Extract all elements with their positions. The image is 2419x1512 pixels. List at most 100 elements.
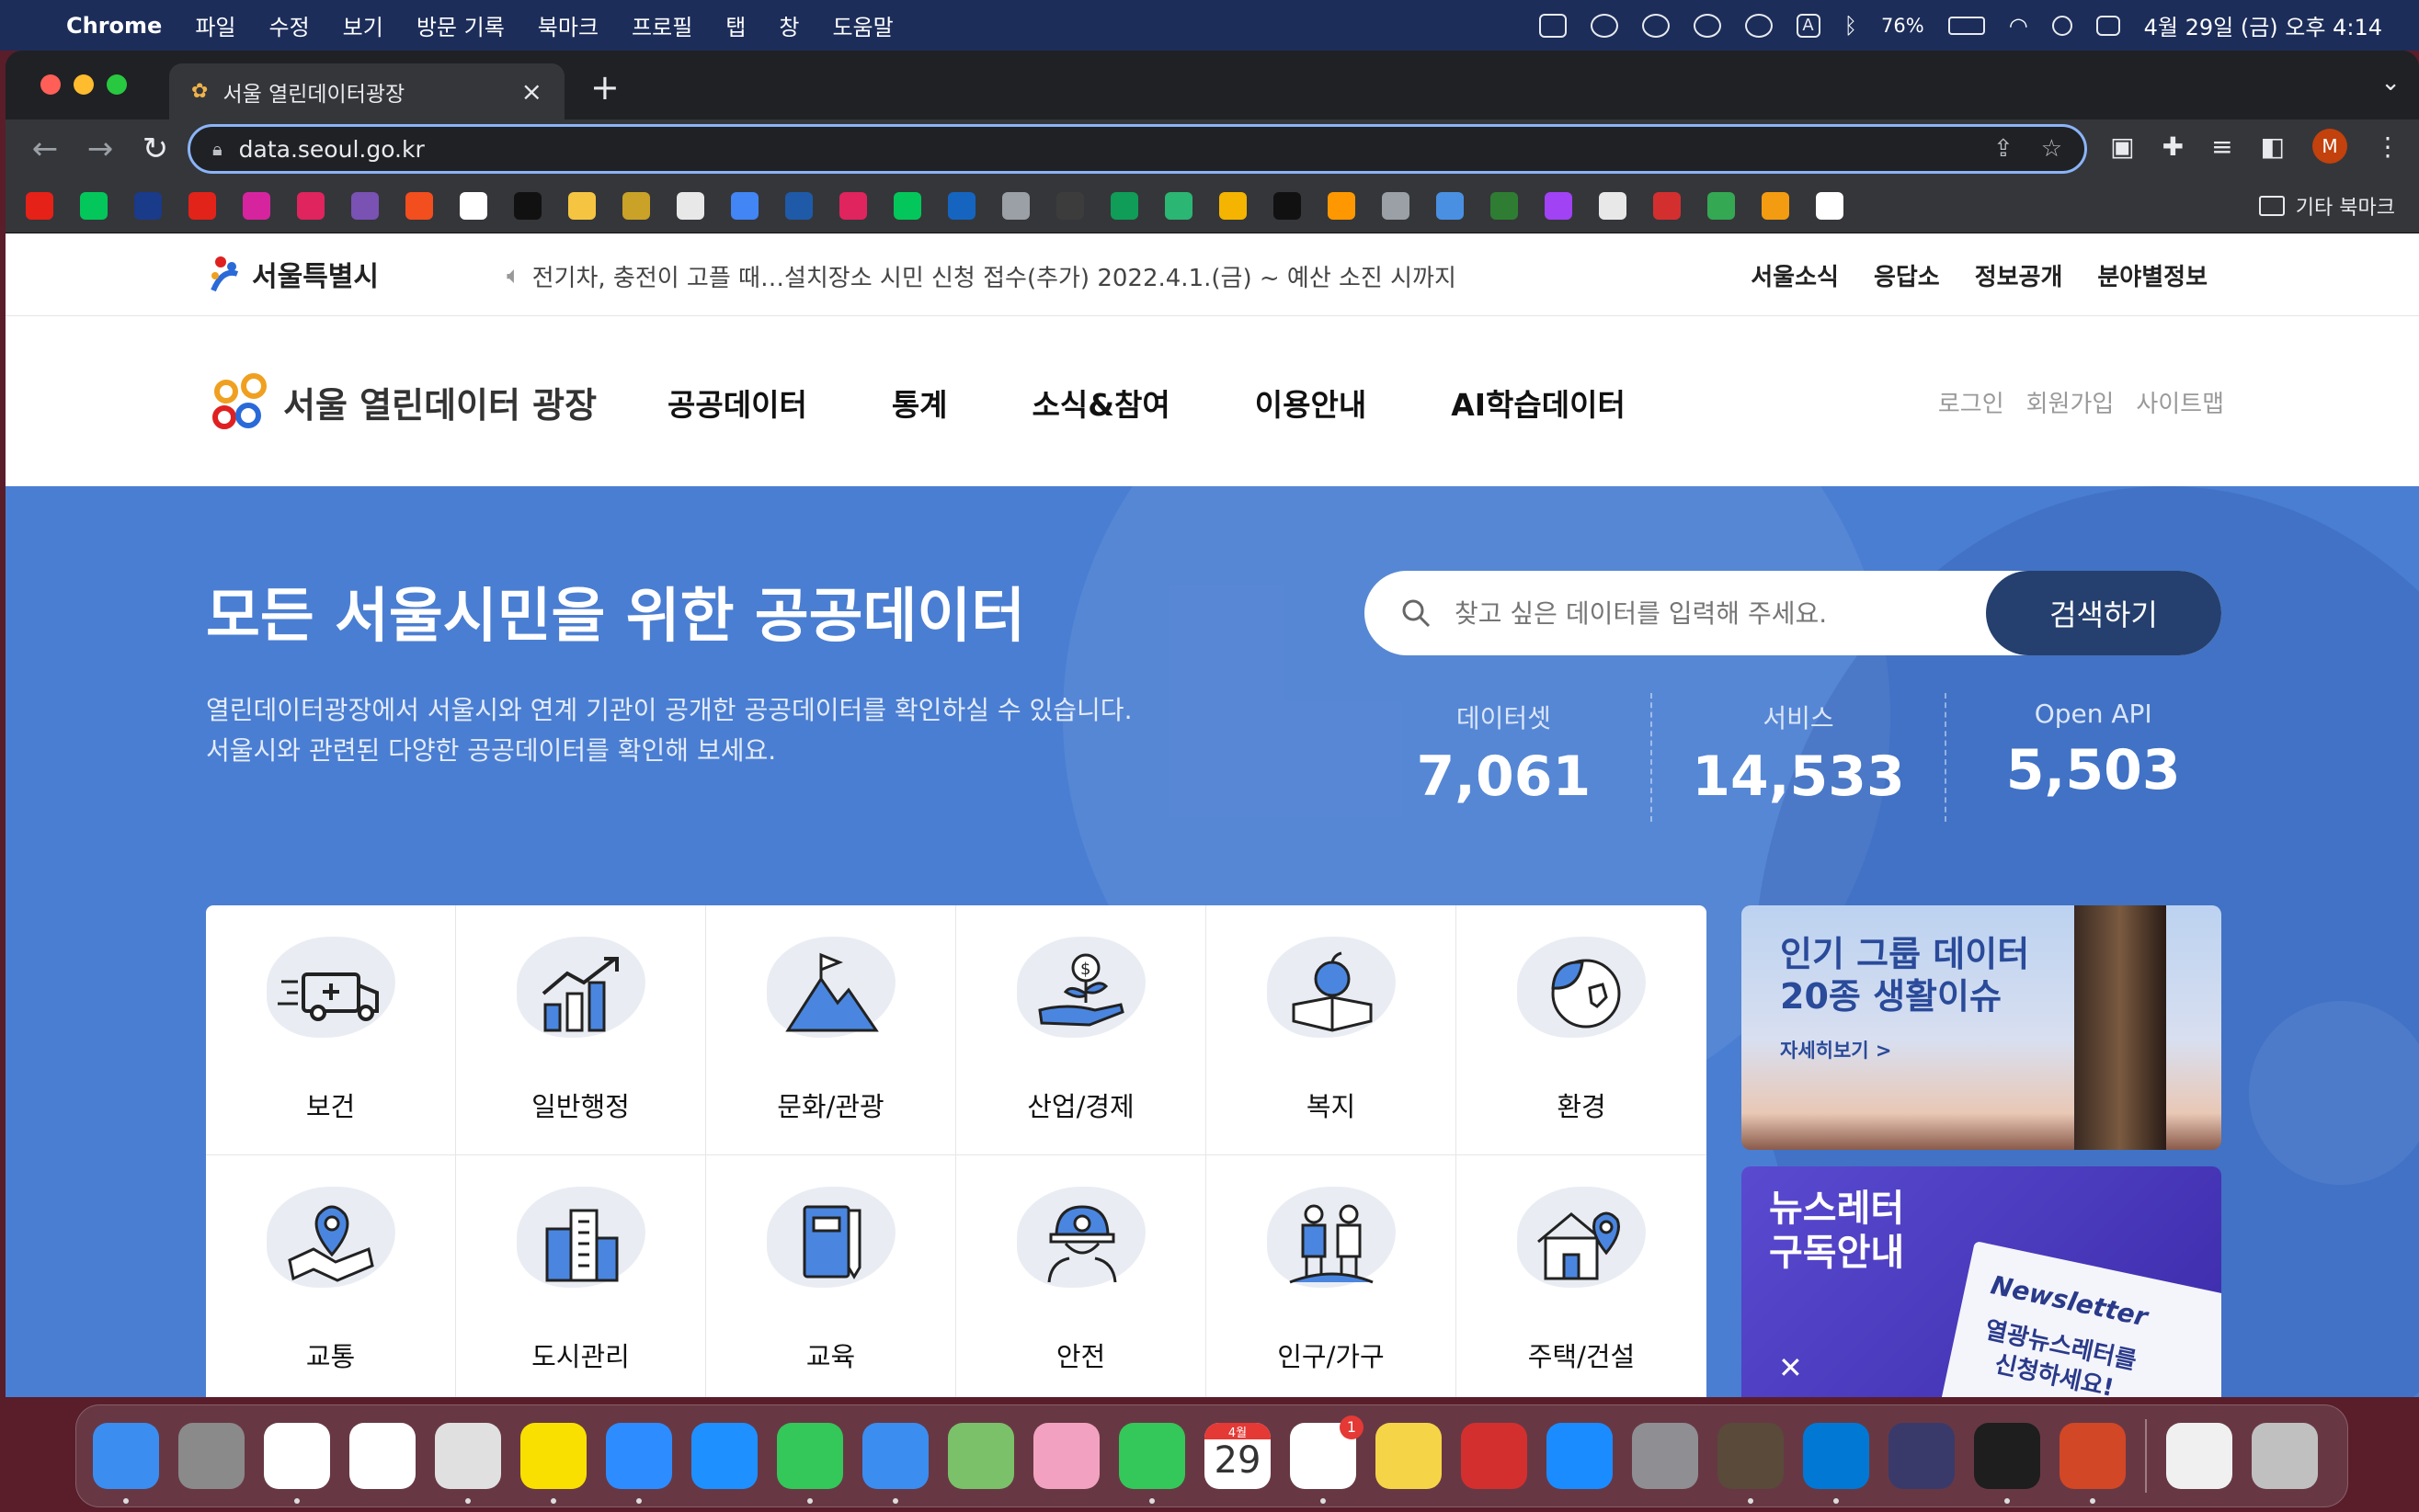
bookmark-favicon-icon[interactable] [568,191,596,220]
share-icon[interactable]: ⇪ [1993,135,2014,163]
bookmark-favicon-icon[interactable] [351,191,379,220]
window-minimize-button[interactable] [74,74,94,95]
nav-statistics[interactable]: 통계 [892,381,948,425]
bookmark-favicon-icon[interactable] [1599,191,1626,220]
vscode-icon[interactable] [1803,1423,1869,1504]
notice-ticker[interactable]: 🔈︎ 전기차, 충전이 고플 때…설치장소 시민 신청 접수(추가) 2022.… [507,259,1456,293]
bookmark-favicon-icon[interactable] [243,191,270,220]
bookmark-favicon-icon[interactable] [405,191,433,220]
play-status-icon[interactable] [1693,13,1721,38]
bookmark-favicon-icon[interactable] [1273,191,1301,220]
category-card[interactable]: 교육 [706,1155,956,1397]
system-preferences-icon[interactable] [1632,1423,1698,1489]
bookmark-star-icon[interactable]: ☆ [2041,135,2062,163]
menu-file[interactable]: 파일 [195,9,235,41]
category-card[interactable]: 안전 [956,1155,1206,1397]
login-link[interactable]: 로그인 [1938,385,2004,419]
powerpoint-icon[interactable] [2060,1423,2126,1504]
menu-history[interactable]: 방문 기록 [416,9,505,41]
messages-icon[interactable] [777,1423,843,1504]
window-zoom-button[interactable] [107,74,127,95]
eclipse-icon[interactable] [1888,1423,1955,1489]
bookmark-favicon-icon[interactable] [839,191,867,220]
kakaotalk-icon[interactable] [520,1423,587,1504]
forward-button[interactable]: → [85,131,116,167]
bookmark-favicon-icon[interactable] [1707,191,1735,220]
cleaner-icon[interactable] [1717,1423,1784,1504]
safari-icon[interactable] [691,1423,758,1489]
new-tab-button[interactable]: + [590,67,620,108]
signup-link[interactable]: 회원가입 [2026,385,2115,419]
bookmark-favicon-icon[interactable] [622,191,650,220]
menu-help[interactable]: 도움말 [832,9,893,41]
tab-close-icon[interactable]: × [521,76,542,107]
video-status-icon[interactable] [1538,13,1567,38]
stat-open-api[interactable]: Open API 5,503 [1945,693,2240,822]
nav-public-data[interactable]: 공공데이터 [668,381,807,425]
notes-icon[interactable] [1375,1423,1442,1489]
bookmark-favicon-icon[interactable] [1490,191,1518,220]
bookmark-favicon-icon[interactable] [948,191,976,220]
chrome-menu-icon[interactable]: ⋮ [2375,131,2401,162]
reminders-icon[interactable]: 1 [1290,1415,1364,1504]
menu-bookmarks[interactable]: 북마크 [538,9,599,41]
popular-group-banner[interactable]: 인기 그룹 데이터 20종 생활이슈 자세히보기 > [1741,905,2221,1150]
app-store-icon[interactable] [1546,1423,1613,1489]
photo-booth-icon[interactable] [1461,1423,1527,1489]
category-card[interactable]: $ 산업/경제 [956,905,1206,1155]
calendar-icon[interactable]: 4월 29 [1204,1423,1271,1489]
bookmark-favicon-icon[interactable] [677,191,704,220]
notice-text[interactable]: 전기차, 충전이 고플 때…설치장소 시민 신청 접수(추가) 2022.4.1… [532,259,1456,293]
input-source-icon[interactable]: A [1796,13,1820,38]
battery-icon[interactable] [1947,16,1985,35]
stat-datasets[interactable]: 데이터셋 7,061 [1357,693,1650,822]
notion-icon[interactable] [264,1423,330,1504]
category-card[interactable]: 교통 [206,1155,456,1397]
wifi-icon[interactable]: ◠ [2009,13,2028,39]
bookmark-favicon-icon[interactable] [297,191,325,220]
category-card[interactable]: 문화/관광 [706,905,956,1155]
trash-icon[interactable] [2252,1423,2318,1489]
chrome-icon[interactable] [435,1423,501,1504]
stat-services[interactable]: 서비스 14,533 [1649,693,1945,822]
menu-tab[interactable]: 탭 [725,9,746,41]
bookmark-favicon-icon[interactable] [1002,191,1030,220]
menu-window[interactable]: 창 [779,9,799,41]
bookmark-favicon-icon[interactable] [1436,191,1464,220]
zoom-icon[interactable] [606,1423,672,1504]
bookmark-favicon-icon[interactable] [1545,191,1572,220]
browser-tab-active[interactable]: ✿ 서울 열린데이터광장 × [169,63,565,119]
terminal-icon[interactable] [1974,1423,2040,1504]
tab-search-chevron-icon[interactable]: ⌄ [2380,69,2401,97]
category-card[interactable]: 복지 [1206,905,1456,1155]
document-stack-icon[interactable] [2166,1423,2232,1489]
bookmark-favicon-icon[interactable] [188,191,216,220]
category-card[interactable]: 주택/건설 [1456,1155,1706,1397]
bookmark-favicon-icon[interactable] [514,191,542,220]
category-card[interactable]: 일반행정 [456,905,706,1155]
window-close-button[interactable] [40,74,61,95]
search-button[interactable]: 검색하기 [1986,571,2221,655]
bookmark-favicon-icon[interactable] [134,191,162,220]
bookmark-favicon-icon[interactable] [1328,191,1355,220]
figma-like-icon[interactable] [349,1423,416,1489]
bookmark-favicon-icon[interactable] [785,191,813,220]
nav-news-participation[interactable]: 소식&참여 [1033,381,1170,425]
bookmark-favicon-icon[interactable] [1816,191,1843,220]
reading-list-icon[interactable]: ≡ [2211,131,2232,162]
bookmark-favicon-icon[interactable] [1653,191,1681,220]
bluetooth-icon[interactable]: ᛒ [1844,13,1857,39]
side-panel-icon[interactable]: ◧ [2261,131,2285,162]
bookmark-favicon-icon[interactable] [1219,191,1247,220]
facetime-icon[interactable] [1119,1423,1185,1504]
link-field-info[interactable]: 분야별정보 [2097,258,2208,292]
seoul-city-logo[interactable]: 서울특별시 [206,254,379,294]
bookmark-favicon-icon[interactable] [1111,191,1138,220]
bookmark-favicon-icon[interactable] [1382,191,1409,220]
bookmark-favicon-icon[interactable] [460,191,487,220]
bookmark-favicon-icon[interactable] [26,191,53,220]
launchpad-icon[interactable] [178,1423,245,1489]
banner-more-link[interactable]: 자세히보기 > [1780,1036,1892,1063]
chat-status-icon[interactable] [1590,13,1618,38]
bookmark-favicon-icon[interactable] [731,191,759,220]
